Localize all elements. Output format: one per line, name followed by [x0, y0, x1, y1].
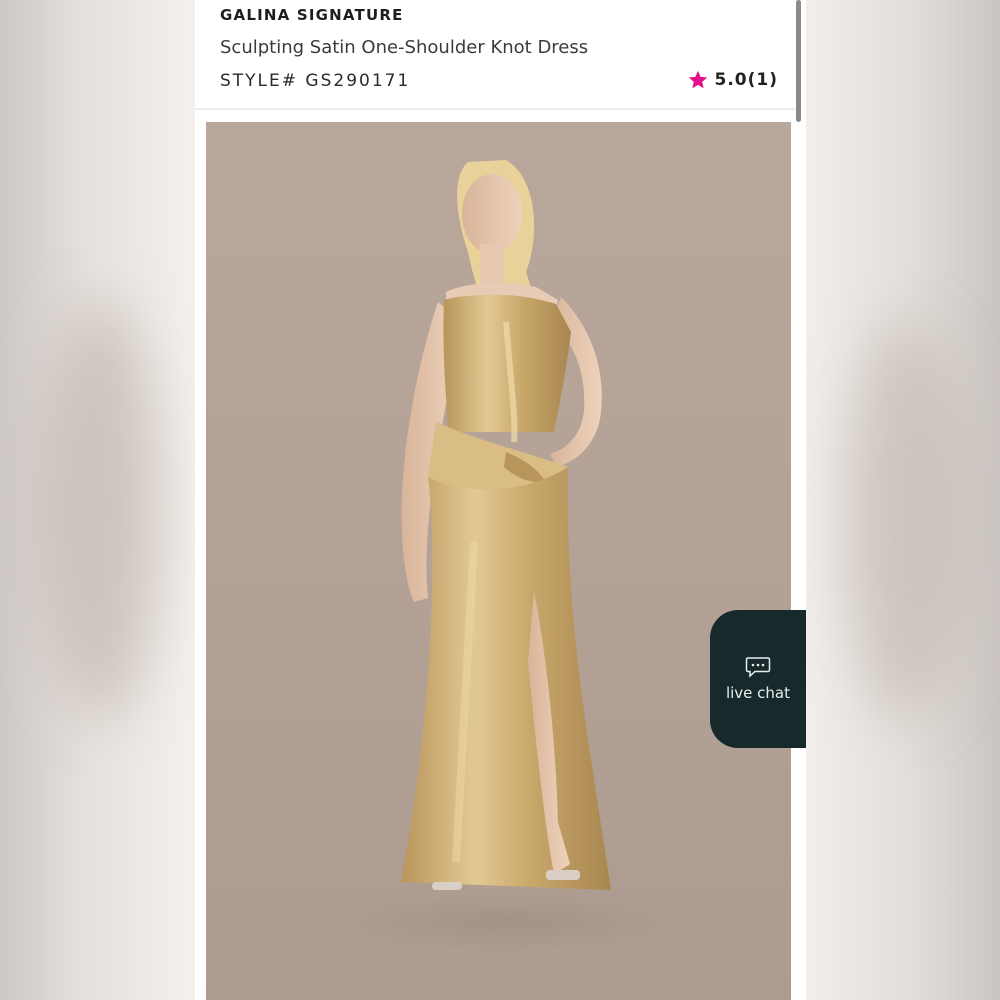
live-chat-button[interactable]: live chat — [710, 610, 806, 748]
chat-bubble-icon — [745, 657, 771, 678]
live-chat-label: live chat — [725, 684, 791, 702]
style-number: STYLE# GS290171 — [220, 71, 411, 91]
rating-value: 5.0(1) — [714, 70, 778, 90]
blurred-backdrop-left — [0, 0, 195, 1000]
product-photo[interactable] — [206, 122, 791, 1000]
product-header: GALINA SIGNATURE Sculpting Satin One-Sho… — [195, 0, 795, 110]
scrollbar[interactable] — [796, 0, 801, 122]
brand-name[interactable]: GALINA SIGNATURE — [220, 6, 404, 24]
product-screen: GALINA SIGNATURE Sculpting Satin One-Sho… — [195, 0, 806, 1000]
model-illustration — [336, 160, 676, 952]
star-icon — [688, 70, 707, 89]
blurred-backdrop-right — [806, 0, 1000, 1000]
product-rating[interactable]: 5.0(1) — [687, 69, 778, 91]
product-title: Sculpting Satin One-Shoulder Knot Dress — [220, 37, 589, 58]
